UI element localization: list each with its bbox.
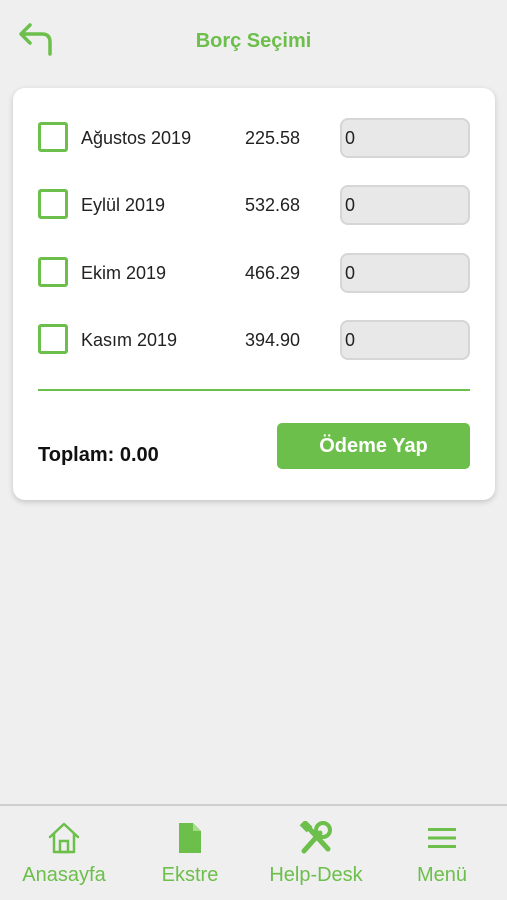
debt-row: Ekim 2019 466.29	[13, 253, 495, 297]
payment-amount-input[interactable]	[340, 253, 470, 293]
debt-amount: 466.29	[245, 263, 301, 283]
nav-item-menu[interactable]: Menü	[402, 806, 482, 900]
divider	[38, 389, 470, 391]
debt-month: Eylül 2019	[81, 195, 166, 215]
debt-amount: 225.58	[245, 128, 301, 148]
nav-item-anasayfa[interactable]: Anasayfa	[14, 806, 114, 900]
tools-icon	[298, 820, 334, 856]
document-icon	[177, 820, 203, 856]
top-bar: Borç Seçimi	[0, 0, 507, 84]
payment-amount-input[interactable]	[340, 118, 470, 158]
debt-checkbox[interactable]	[38, 189, 68, 219]
debt-row: Eylül 2019 532.68	[13, 185, 495, 229]
debt-month: Ağustos 2019	[81, 128, 192, 148]
page-title: Borç Seçimi	[195, 30, 312, 52]
payment-amount-input[interactable]	[340, 185, 470, 225]
bottom-nav: Anasayfa Ekstre Help-Desk Menü	[0, 804, 507, 900]
nav-label: Anasayfa	[22, 864, 106, 886]
debt-row: Kasım 2019 394.90	[13, 320, 495, 364]
debt-amount: 532.68	[245, 195, 301, 215]
nav-label: Help-Desk	[269, 864, 363, 886]
nav-item-help-desk[interactable]: Help-Desk	[262, 806, 370, 900]
debt-month: Ekim 2019	[81, 263, 167, 283]
total-amount: Toplam: 0.00	[38, 444, 159, 466]
debt-row: Ağustos 2019 225.58	[13, 118, 495, 162]
debt-checkbox[interactable]	[38, 257, 68, 287]
nav-label: Ekstre	[161, 864, 219, 886]
nav-item-ekstre[interactable]: Ekstre	[150, 806, 230, 900]
debt-checkbox[interactable]	[38, 324, 68, 354]
debt-checkbox[interactable]	[38, 122, 68, 152]
payment-amount-input[interactable]	[340, 320, 470, 360]
menu-icon	[427, 820, 457, 856]
debt-selection-card: Ağustos 2019 225.58 Eylül 2019 532.68 Ek…	[13, 88, 495, 500]
debt-amount: 394.90	[245, 330, 301, 350]
nav-label: Menü	[416, 864, 468, 886]
home-icon	[47, 820, 81, 856]
pay-button[interactable]: Ödeme Yap	[277, 423, 470, 469]
debt-month: Kasım 2019	[81, 330, 178, 350]
